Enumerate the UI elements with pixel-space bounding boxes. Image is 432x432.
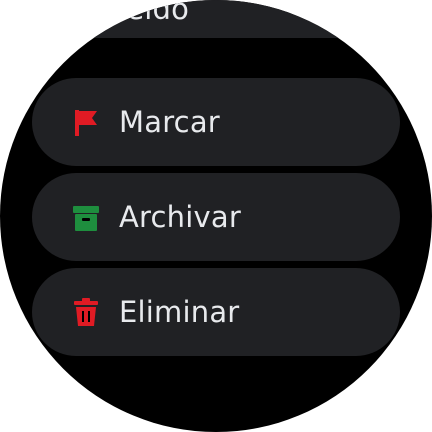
- delete-label: Eliminar: [119, 295, 240, 329]
- archive-label: Archivar: [119, 200, 241, 234]
- watch-screen: leído Marcar Archivar Eliminar: [0, 0, 432, 432]
- mark-as-read-chip[interactable]: leído: [32, 0, 400, 38]
- delete-chip[interactable]: Eliminar: [32, 268, 400, 356]
- flag-chip[interactable]: Marcar: [32, 78, 400, 166]
- mark-as-read-label: leído: [118, 0, 190, 26]
- flag-icon: [70, 106, 102, 138]
- archive-chip[interactable]: Archivar: [32, 173, 400, 261]
- trash-icon: [70, 296, 102, 328]
- archive-icon: [70, 201, 102, 233]
- flag-label: Marcar: [119, 105, 220, 139]
